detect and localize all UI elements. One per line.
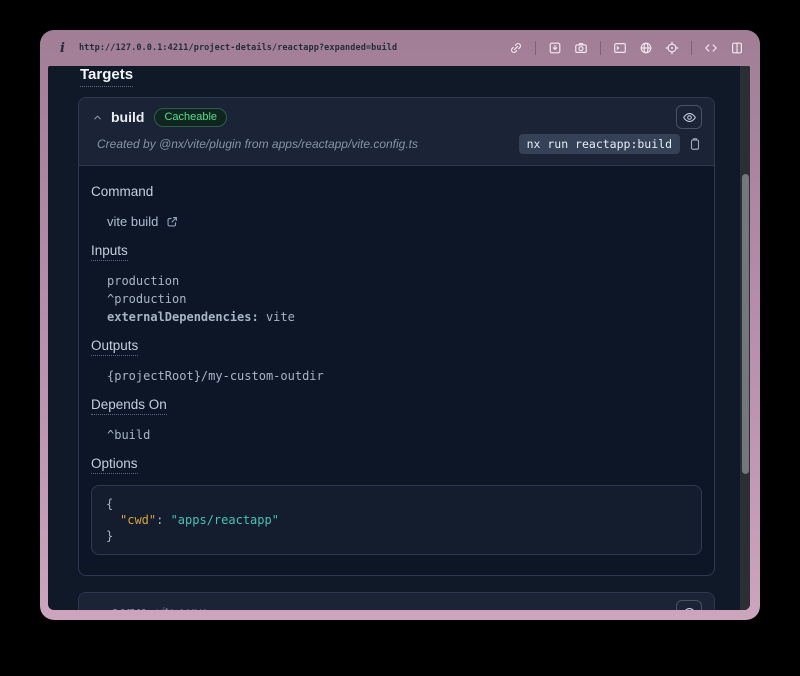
browser-toolbar: i http://127.0.0.1:4211/project-details/… xyxy=(40,30,760,66)
eye-icon xyxy=(682,605,697,611)
chevron-down-icon[interactable] xyxy=(91,606,104,611)
json-line: { xyxy=(106,496,687,512)
cacheable-badge: Cacheable xyxy=(154,108,227,127)
options-json-block: { "cwd": "apps/reactapp" } xyxy=(91,485,702,555)
output-item: {projectRoot}/my-custom-outdir xyxy=(107,367,702,385)
run-command-chip: nx run reactapp:build xyxy=(519,134,680,154)
input-item: production xyxy=(107,272,702,290)
depends-on-section-heading: Depends On xyxy=(91,396,702,414)
view-target-button[interactable] xyxy=(676,105,702,129)
scrollbar-thumb[interactable] xyxy=(742,174,749,474)
input-item: externalDependencies: vite xyxy=(107,308,702,326)
toolbar-actions xyxy=(509,41,744,55)
serve-title-row[interactable]: serve vite serve xyxy=(91,601,702,610)
external-link-icon[interactable] xyxy=(165,215,179,229)
inputs-section-heading: Inputs xyxy=(91,242,702,260)
terminal-icon[interactable] xyxy=(613,41,627,55)
project-details-page: Targets build Cacheable Created by @nx/v xyxy=(48,66,740,610)
command-value: vite build xyxy=(107,213,702,231)
browser-window: i http://127.0.0.1:4211/project-details/… xyxy=(40,30,760,620)
json-line: "cwd": "apps/reactapp" xyxy=(106,512,687,528)
screenshot-icon[interactable] xyxy=(574,41,588,55)
created-by-text: Created by @nx/vite/plugin from apps/rea… xyxy=(97,137,418,151)
info-icon: i xyxy=(60,41,65,56)
build-card-body: Command vite build Inputs production ^pr… xyxy=(79,166,714,575)
target-name: build xyxy=(111,109,144,125)
scrollbar-track[interactable] xyxy=(740,66,750,610)
target-card-build: build Cacheable Created by @nx/vite/plug… xyxy=(78,97,715,576)
build-card-header: build Cacheable Created by @nx/vite/plug… xyxy=(79,98,714,166)
copy-command-button[interactable] xyxy=(688,137,702,151)
input-item: ^production xyxy=(107,290,702,308)
code-icon[interactable] xyxy=(704,41,718,55)
page-viewport: Targets build Cacheable Created by @nx/v xyxy=(48,66,750,610)
options-section-heading: Options xyxy=(91,455,702,473)
toolbar-divider xyxy=(600,41,601,55)
toolbar-divider xyxy=(691,41,692,55)
link-icon[interactable] xyxy=(509,41,523,55)
build-subheader-row: Created by @nx/vite/plugin from apps/rea… xyxy=(97,134,702,154)
page-title: Targets xyxy=(80,66,133,87)
depends-on-item: ^build xyxy=(107,426,702,444)
split-view-icon[interactable] xyxy=(730,41,744,55)
target-card-serve: serve vite serve xyxy=(78,592,715,610)
command-section-heading: Command xyxy=(91,183,702,201)
outputs-section-heading: Outputs xyxy=(91,337,702,355)
serve-card-header: serve vite serve xyxy=(79,593,714,610)
target-summary: vite serve xyxy=(157,605,208,610)
globe-icon[interactable] xyxy=(639,41,653,55)
build-title-row[interactable]: build Cacheable xyxy=(91,106,702,128)
target-name: serve xyxy=(111,604,148,610)
inspect-icon[interactable] xyxy=(665,41,679,55)
chevron-up-icon[interactable] xyxy=(91,111,104,124)
address-bar[interactable]: http://127.0.0.1:4211/project-details/re… xyxy=(79,43,397,53)
copy-icon xyxy=(688,137,702,151)
import-icon[interactable] xyxy=(548,41,562,55)
eye-icon xyxy=(682,110,697,125)
json-line: } xyxy=(106,528,687,544)
toolbar-divider xyxy=(535,41,536,55)
view-target-button[interactable] xyxy=(676,600,702,610)
